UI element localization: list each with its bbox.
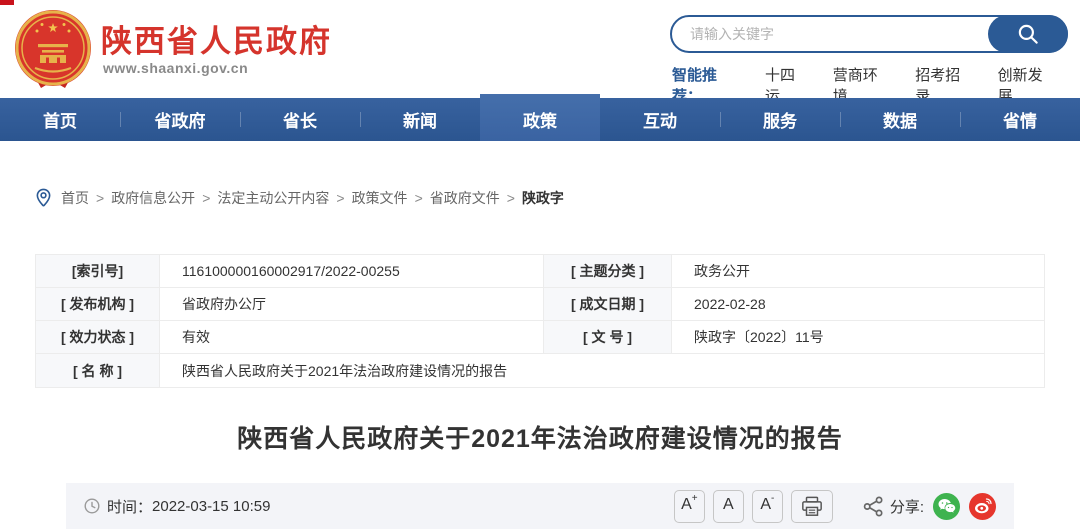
meta-label-validity-status: [ 效力状态 ]: [36, 321, 160, 354]
breadcrumb-current: 陕政字: [521, 189, 564, 206]
article-toolbar: 时间： 2022-03-15 10:59 A + A A- 分享:: [66, 483, 1014, 529]
breadcrumb-separator: >: [414, 189, 423, 206]
meta-label-document-number: [ 文 号 ]: [544, 321, 672, 354]
printer-icon: [801, 496, 822, 516]
breadcrumb-separator: >: [96, 189, 105, 206]
breadcrumb: 首页 > 政府信息公开 > 法定主动公开内容 > 政策文件 > 省政府文件 > …: [36, 187, 1080, 208]
nav-item-interaction[interactable]: 互动: [600, 98, 720, 141]
meta-label-title: [ 名 称 ]: [36, 354, 160, 387]
site-title[interactable]: 陕西省人民政府: [101, 16, 332, 61]
table-row: [ 名 称 ] 陕西省人民政府关于2021年法治政府建设情况的报告: [36, 354, 1044, 387]
share-section: 分享:: [863, 492, 996, 520]
nav-item-home[interactable]: 首页: [0, 98, 120, 141]
meta-label-date-written: [ 成文日期 ]: [544, 288, 672, 321]
search-button[interactable]: [988, 15, 1068, 53]
nav-item-province-profile[interactable]: 省情: [960, 98, 1080, 141]
meta-value-topic-category: 政务公开: [672, 255, 1044, 288]
meta-value-issuing-agency: 省政府办公厅: [160, 288, 544, 321]
breadcrumb-policy-documents[interactable]: 政策文件: [352, 188, 408, 208]
nav-item-governor[interactable]: 省长: [240, 98, 360, 141]
nav-item-services[interactable]: 服务: [720, 98, 840, 141]
main-nav: 首页 省政府 省长 新闻 政策 互动 服务 数据 省情: [0, 94, 1080, 141]
table-row: [索引号] 116100000160002917/2022-00255 [ 主题…: [36, 255, 1044, 288]
clock-icon: [84, 498, 100, 514]
breadcrumb-statutory-disclosure[interactable]: 法定主动公开内容: [217, 188, 329, 208]
table-row: [ 发布机构 ] 省政府办公厅 [ 成文日期 ] 2022-02-28: [36, 288, 1044, 321]
emblem-icon: [15, 10, 91, 88]
search-box: [670, 15, 1068, 53]
weibo-share-icon[interactable]: [969, 492, 996, 520]
print-button[interactable]: [790, 489, 833, 523]
breadcrumb-separator: >: [506, 189, 515, 206]
table-row: [ 效力状态 ] 有效 [ 文 号 ] 陕政字〔2022〕11号: [36, 321, 1044, 354]
meta-label-index-number: [索引号]: [36, 255, 160, 288]
nav-item-provincial-government[interactable]: 省政府: [120, 98, 240, 141]
meta-label-topic-category: [ 主题分类 ]: [544, 255, 672, 288]
nav-item-data[interactable]: 数据: [840, 98, 960, 141]
page-title: 陕西省人民政府关于2021年法治政府建设情况的报告: [237, 425, 843, 453]
breadcrumb-separator: >: [336, 189, 345, 206]
time-label: 时间：: [107, 498, 153, 516]
publish-time: 时间： 2022-03-15 10:59: [84, 496, 270, 517]
national-emblem-logo[interactable]: [13, 8, 93, 90]
meta-value-document-number: 陕政字〔2022〕11号: [672, 321, 1044, 354]
breadcrumb-gov-info[interactable]: 政府信息公开: [111, 188, 195, 208]
time-value: 2022-03-15 10:59: [152, 497, 271, 515]
search-icon: [1018, 24, 1038, 44]
meta-value-index-number: 116100000160002917/2022-00255: [160, 255, 544, 288]
wechat-share-icon[interactable]: [933, 492, 960, 520]
meta-value-title: 陕西省人民政府关于2021年法治政府建设情况的报告: [160, 354, 1044, 387]
breadcrumb-home[interactable]: 首页: [61, 188, 89, 208]
location-pin-icon: [36, 188, 51, 207]
nav-item-policy-active[interactable]: 政策: [480, 94, 600, 141]
document-meta-table: [索引号] 116100000160002917/2022-00255 [ 主题…: [35, 254, 1045, 388]
meta-label-issuing-agency: [ 发布机构 ]: [36, 288, 160, 321]
share-icon: [863, 496, 884, 517]
meta-value-date-written: 2022-02-28: [672, 288, 1044, 321]
search-input[interactable]: [672, 17, 990, 51]
corner-red-mark: [0, 0, 14, 5]
meta-value-validity-status: 有效: [160, 321, 544, 354]
site-header: 陕西省人民政府 www.shaanxi.gov.cn 智能推荐： 十四运 营商环…: [0, 0, 1080, 105]
site-url: www.shaanxi.gov.cn: [103, 60, 249, 76]
font-reset-button[interactable]: A: [712, 489, 744, 523]
share-label: 分享:: [889, 498, 924, 516]
nav-item-news[interactable]: 新闻: [360, 98, 480, 141]
breadcrumb-separator: >: [202, 189, 211, 206]
breadcrumb-provincial-documents[interactable]: 省政府文件: [430, 188, 500, 208]
toolbar-actions: A + A A- 分享:: [666, 489, 996, 523]
font-decrease-button[interactable]: A-: [751, 489, 783, 523]
font-increase-button[interactable]: A +: [673, 489, 705, 523]
